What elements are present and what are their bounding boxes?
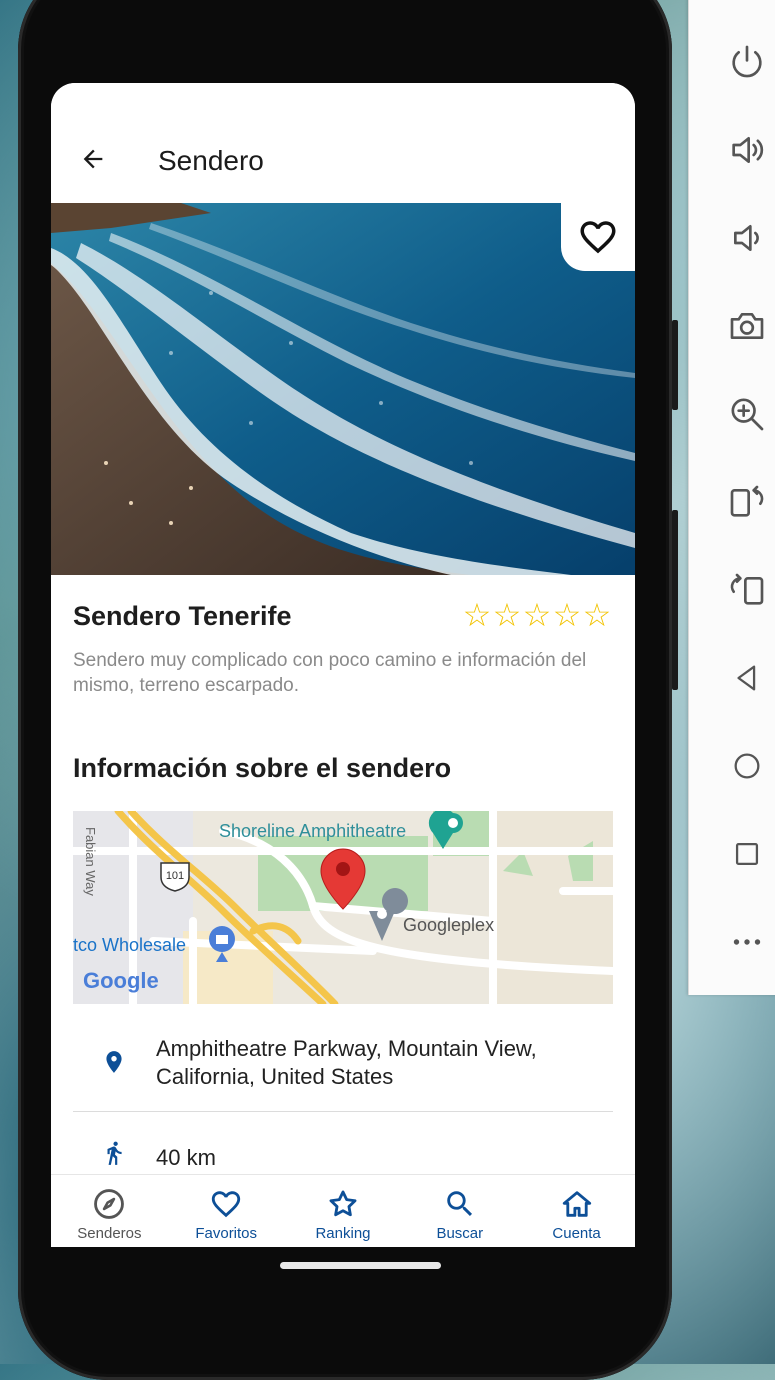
trail-description: Sendero muy complicado con poco camino e… [73, 650, 587, 696]
phone-side-button [672, 320, 678, 410]
overview-nav-button[interactable] [725, 832, 769, 876]
address-row: Amphitheatre Parkway, Mountain View, Cal… [73, 1027, 613, 1112]
home-icon [562, 1191, 591, 1217]
star-outline-icon[interactable]: ☆ [552, 599, 582, 631]
zoom-button[interactable] [725, 392, 769, 436]
star-outline-icon[interactable]: ☆ [462, 599, 492, 631]
bottom-navigation: Senderos Favoritos Ranking Buscar Cuenta [51, 1174, 635, 1247]
rotate-left-icon [730, 573, 764, 605]
location-pin-icon [106, 1051, 122, 1073]
distance-row: 40 km [73, 1128, 613, 1178]
nav-label: Ranking [315, 1225, 371, 1242]
emulator-toolbar [688, 0, 775, 995]
volume-down-icon [734, 225, 759, 251]
address-text: Amphitheatre Parkway, Mountain View, Cal… [156, 1036, 537, 1089]
star-outline-icon[interactable]: ☆ [492, 599, 522, 631]
power-icon [732, 45, 762, 78]
screenshot-button[interactable] [725, 304, 769, 348]
map-label-road: Fabian Way [83, 827, 98, 896]
volume-up-button[interactable] [725, 128, 769, 172]
more-button[interactable] [725, 920, 769, 964]
nav-item-favoritos[interactable]: Favoritos [168, 1175, 285, 1247]
page-title: Sendero [158, 145, 264, 176]
location-map[interactable]: 101 Shoreline Amphitheatre Googleplex tc… [73, 811, 613, 1004]
nav-label: Buscar [436, 1225, 484, 1242]
back-nav-button[interactable] [725, 656, 769, 700]
nav-label: Cuenta [552, 1225, 601, 1242]
back-button[interactable] [77, 143, 109, 175]
volume-up-icon [732, 137, 764, 163]
walking-icon [107, 1141, 122, 1165]
home-nav-button[interactable] [725, 744, 769, 788]
highway-label: 101 [166, 870, 184, 882]
nav-label: Senderos [77, 1225, 142, 1242]
nav-item-senderos[interactable]: Senderos [51, 1175, 168, 1247]
nav-item-ranking[interactable]: Ranking [285, 1175, 402, 1247]
nav-item-cuenta[interactable]: Cuenta [518, 1175, 635, 1247]
power-button[interactable] [725, 40, 769, 84]
back-triangle-icon [737, 665, 756, 691]
highway-shield: 101 [160, 862, 190, 892]
map-label-amphitheatre: Shoreline Amphitheatre [219, 821, 406, 841]
star-outline-icon[interactable]: ☆ [582, 599, 612, 631]
home-circle-icon [734, 753, 760, 779]
arrow-left-icon [83, 149, 103, 169]
overview-square-icon [735, 842, 759, 866]
google-logo: Google [83, 968, 159, 993]
compass-icon [94, 1189, 125, 1219]
nav-label: Favoritos [195, 1225, 258, 1242]
rating-stars[interactable]: ☆ ☆ ☆ ☆ ☆ [462, 599, 612, 631]
trail-photo [51, 203, 635, 575]
favorite-toggle[interactable] [561, 203, 635, 271]
camera-icon [730, 313, 764, 339]
map-label-googleplex: Googleplex [403, 915, 494, 935]
trail-name: Sendero Tenerife [73, 601, 292, 631]
star-icon [329, 1190, 357, 1217]
nav-item-buscar[interactable]: Buscar [401, 1175, 518, 1247]
heart-outline-icon [580, 221, 616, 254]
star-outline-icon[interactable]: ☆ [522, 599, 552, 631]
heart-icon [212, 1191, 241, 1218]
section-title: Información sobre el sendero [73, 753, 452, 783]
rotate-left-button[interactable] [725, 568, 769, 612]
app-screen: Sendero Sendero Tenerife ☆ ☆ ☆ ☆ ☆ Sende… [51, 83, 635, 1247]
distance-text: 40 km [156, 1145, 216, 1170]
map-label-wholesale: tco Wholesale [73, 935, 186, 955]
home-indicator[interactable] [280, 1262, 441, 1269]
phone-side-button [672, 510, 678, 690]
rotate-right-icon [730, 485, 764, 517]
app-bar: Sendero [51, 83, 635, 203]
beach-image [51, 203, 635, 575]
search-icon [447, 1191, 472, 1217]
more-icon [733, 939, 761, 945]
zoom-in-icon [731, 398, 764, 431]
volume-down-button[interactable] [725, 216, 769, 260]
rotate-right-button[interactable] [725, 480, 769, 524]
map-graphic: 101 Shoreline Amphitheatre Googleplex tc… [73, 811, 613, 1004]
